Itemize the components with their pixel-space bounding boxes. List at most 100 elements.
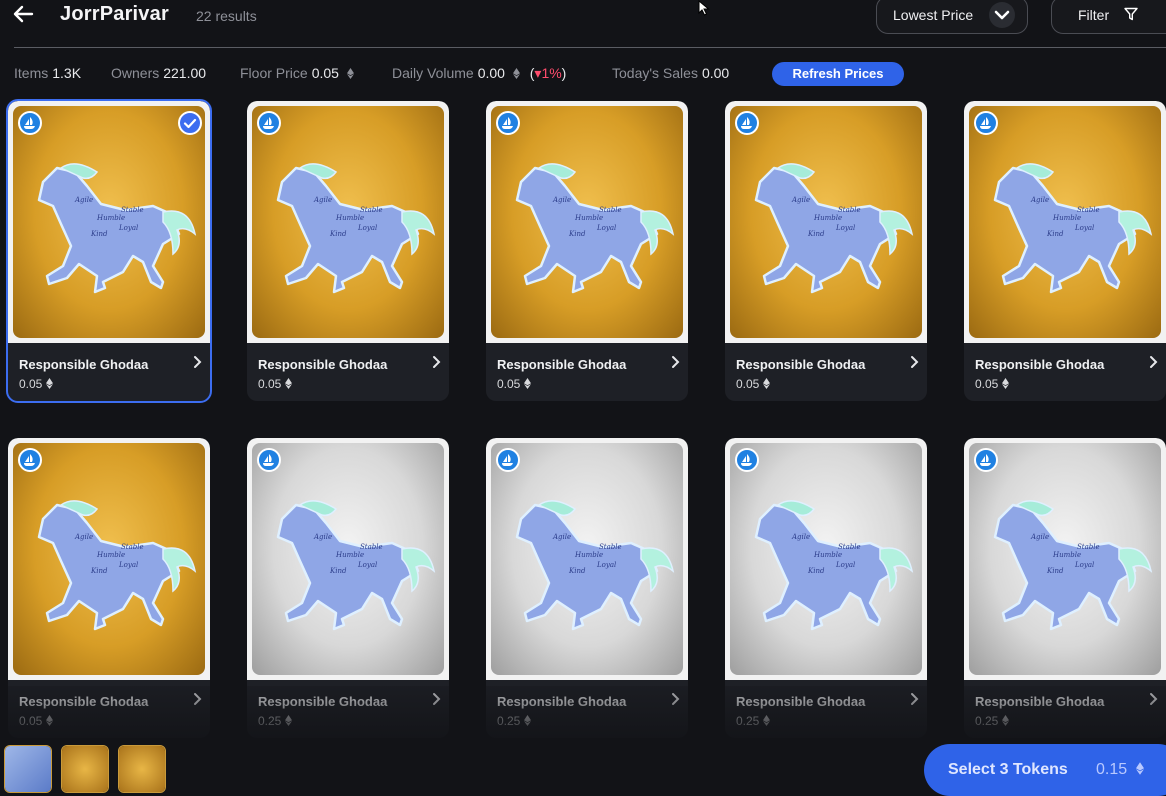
stat-owners-label: Owners [111,65,160,81]
nft-price: 0.05 [736,377,771,391]
eth-icon [1135,762,1144,775]
svg-text:Loyal: Loyal [596,224,616,232]
opensea-icon [496,111,520,135]
svg-text:Humble: Humble [1052,551,1081,559]
arrow-left-icon[interactable] [12,3,34,25]
stat-floor-label: Floor Price [240,65,308,81]
horse-artwork: Agile Humble Stable Loyal Kind [515,500,675,631]
svg-text:Kind: Kind [807,567,825,575]
nft-card[interactable]: Agile Humble Stable Loyal Kind Responsib… [6,99,212,403]
stat-owners: Owners 221.00 [111,65,206,81]
svg-text:Humble: Humble [574,551,603,559]
chevron-right-icon[interactable] [909,355,919,374]
opensea-icon [974,111,998,135]
nft-price: 0.05 [258,377,293,391]
nft-image: Agile Humble Stable Loyal Kind [491,106,683,338]
results-count: 22 results [196,8,257,24]
nft-card[interactable]: Agile Humble Stable Loyal Kind Responsib… [725,101,927,401]
volume-change: (▾1%) [530,65,567,81]
select-tokens-label: Select 3 Tokens [948,761,1068,778]
svg-text:Loyal: Loyal [835,224,855,232]
opensea-icon [735,111,759,135]
horse-artwork: Agile Humble Stable Loyal Kind [754,163,914,294]
nft-image: Agile Humble Stable Loyal Kind [491,443,683,675]
select-tokens-total: 0.15 [1096,761,1144,779]
chevron-right-icon[interactable] [431,355,441,374]
horse-artwork: Agile Humble Stable Loyal Kind [276,500,436,631]
eth-icon [285,378,293,389]
bottom-fade-overlay [0,686,1166,746]
nft-image-frame: Agile Humble Stable Loyal Kind [964,438,1166,680]
selected-token-thumbnail[interactable] [118,745,166,793]
svg-text:Kind: Kind [1046,567,1064,575]
svg-text:Humble: Humble [96,551,125,559]
nft-image: Agile Humble Stable Loyal Kind [730,443,922,675]
checkmark-icon[interactable] [178,111,202,135]
sort-dropdown[interactable]: Lowest Price [876,0,1028,34]
stat-daily-volume: Daily Volume 0.00 (▾1%) [392,65,566,82]
svg-text:Agile: Agile [313,533,332,541]
svg-text:Agile: Agile [791,196,810,204]
svg-text:Kind: Kind [568,567,586,575]
svg-text:Loyal: Loyal [357,224,377,232]
nft-image-frame: Agile Humble Stable Loyal Kind [247,101,449,343]
filter-button[interactable]: Filter [1051,0,1166,34]
opensea-icon [18,448,42,472]
nft-image: Agile Humble Stable Loyal Kind [252,443,444,675]
svg-text:Loyal: Loyal [118,224,138,232]
stat-items-value: 1.3K [52,65,82,81]
nft-price-value: 0.05 [19,377,43,391]
top-bar: JorrParivar 22 results Lowest Price Filt… [0,0,1166,34]
nft-name: Responsible Ghodaa [258,357,388,372]
svg-text:Kind: Kind [1046,230,1064,238]
refresh-prices-button[interactable]: Refresh Prices [772,62,904,86]
svg-text:Humble: Humble [813,214,842,222]
nft-card[interactable]: Agile Humble Stable Loyal Kind Responsib… [964,101,1166,401]
svg-text:Humble: Humble [96,214,125,222]
horse-artwork: Agile Humble Stable Loyal Kind [993,163,1153,294]
chevron-right-icon[interactable] [1148,355,1158,374]
nft-image-frame: Agile Humble Stable Loyal Kind [8,101,210,343]
svg-text:Agile: Agile [313,196,332,204]
stat-items-label: Items [14,65,49,81]
nft-image-frame: Agile Humble Stable Loyal Kind [725,438,927,680]
nft-price: 0.05 [19,377,54,391]
nft-image-frame: Agile Humble Stable Loyal Kind [8,438,210,680]
nft-image: Agile Humble Stable Loyal Kind [969,106,1161,338]
opensea-icon [496,448,520,472]
funnel-icon [1124,7,1138,21]
nft-card[interactable]: Agile Humble Stable Loyal Kind Responsib… [247,101,449,401]
eth-icon [763,378,771,389]
svg-text:Loyal: Loyal [835,561,855,569]
svg-text:Humble: Humble [1052,214,1081,222]
nft-image-frame: Agile Humble Stable Loyal Kind [486,101,688,343]
svg-text:Kind: Kind [329,230,347,238]
chevron-down-icon [989,2,1015,28]
nft-image-frame: Agile Humble Stable Loyal Kind [486,438,688,680]
svg-text:Agile: Agile [74,533,93,541]
select-tokens-button[interactable]: Select 3 Tokens 0.15 [924,744,1166,796]
svg-text:Loyal: Loyal [118,561,138,569]
horse-artwork: Agile Humble Stable Loyal Kind [515,163,675,294]
chevron-right-icon[interactable] [670,355,680,374]
stat-volume-value: 0.00 [477,65,505,81]
horse-artwork: Agile Humble Stable Loyal Kind [37,500,197,631]
svg-text:Stable: Stable [1077,543,1100,551]
horse-artwork: Agile Humble Stable Loyal Kind [754,500,914,631]
nft-price: 0.05 [497,377,532,391]
svg-text:Agile: Agile [74,196,93,204]
selected-token-thumbnail[interactable] [61,745,109,793]
nft-image: Agile Humble Stable Loyal Kind [13,106,205,338]
nft-image-frame: Agile Humble Stable Loyal Kind [247,438,449,680]
svg-text:Kind: Kind [90,567,108,575]
volume-change-close: ) [561,65,567,81]
eth-icon [1002,378,1010,389]
svg-text:Humble: Humble [335,551,364,559]
svg-text:Loyal: Loyal [1074,224,1094,232]
chevron-right-icon[interactable] [192,355,202,374]
nft-card[interactable]: Agile Humble Stable Loyal Kind Responsib… [486,101,688,401]
selected-token-thumbnail[interactable] [4,745,52,793]
svg-text:Kind: Kind [568,230,586,238]
svg-text:Stable: Stable [599,543,622,551]
horse-artwork: Agile Humble Stable Loyal Kind [37,163,197,294]
